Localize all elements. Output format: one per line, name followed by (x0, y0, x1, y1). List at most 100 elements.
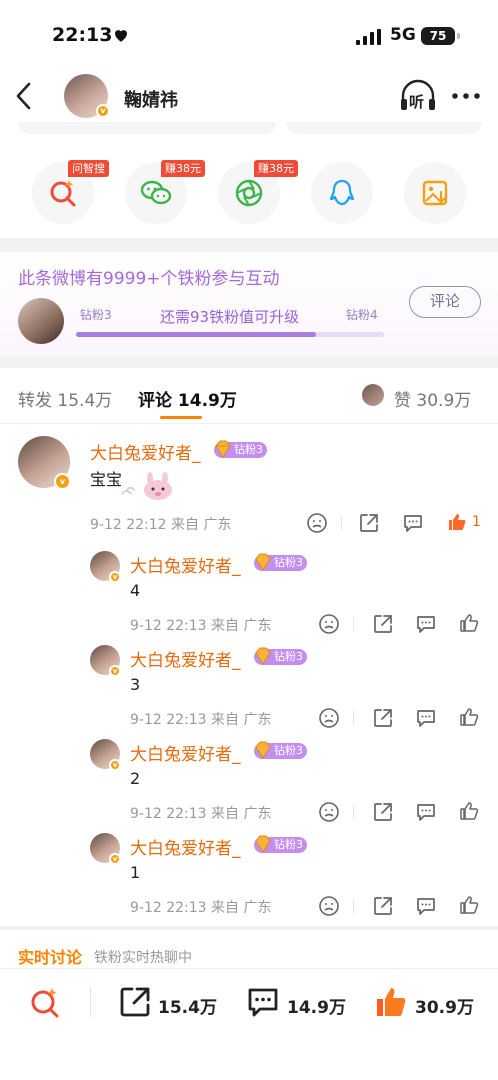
share-qq-button[interactable] (311, 162, 373, 224)
reply-meta: 9-12 22:13 来自 广东 (130, 806, 272, 822)
tab-comments[interactable]: 评论 14.9万 (138, 386, 237, 411)
verified-badge-icon: v (109, 665, 121, 677)
dislike-icon[interactable] (318, 801, 340, 823)
share-ai-search-button[interactable]: 问智搜 (32, 160, 109, 224)
share-row: 问智搜 赚38元 赚38元 (0, 150, 498, 240)
action-divider (353, 711, 354, 725)
like-icon[interactable] (458, 894, 480, 916)
my-avatar (18, 298, 64, 344)
fan-level-badge: 钻粉3 (254, 553, 307, 571)
verified-badge-icon: v (109, 759, 121, 771)
upgrade-progress-text: 还需93铁粉值可升级 (160, 308, 300, 326)
comment-count[interactable]: 14.9万 (287, 993, 346, 1018)
diamond-fan-icon (255, 741, 271, 759)
status-time: 22:13 (52, 24, 113, 46)
like-icon[interactable] (446, 511, 468, 533)
tab-reposts[interactable]: 转发 15.4万 (18, 386, 112, 411)
reply-text: 4 (130, 581, 141, 600)
dislike-icon[interactable] (306, 512, 328, 534)
share-badge: 赚38元 (161, 160, 205, 177)
reply-icon[interactable] (415, 895, 437, 917)
comment-button[interactable]: 评论 (409, 286, 481, 318)
comment-meta: 9-12 22:12 来自 广东 (90, 517, 232, 533)
live-discussion-header[interactable]: 实时讨论 铁粉实时热聊中 (0, 930, 498, 970)
reply-text: 3 (130, 675, 141, 694)
like-icon[interactable] (374, 985, 408, 1019)
more-options-icon[interactable] (450, 84, 482, 108)
commenter-name[interactable]: 大白兔爱好者_ (90, 439, 201, 464)
bottom-action-bar: 15.4万 14.9万 30.9万 (0, 968, 498, 1080)
dislike-icon[interactable] (318, 613, 340, 635)
signal-icon (356, 29, 381, 45)
fans-panel-title: 此条微博有9999+个铁粉参与互动 (18, 269, 280, 289)
ai-search-icon (50, 180, 76, 207)
verified-badge-icon: v (54, 473, 71, 490)
action-divider (341, 516, 342, 530)
share-moments-button[interactable]: 赚38元 (218, 160, 298, 224)
reply-name[interactable]: 大白兔爱好者_ (130, 740, 241, 765)
share-icon[interactable] (372, 707, 394, 729)
like-icon[interactable] (458, 612, 480, 634)
reply-name[interactable]: 大白兔爱好者_ (130, 552, 241, 577)
like-count[interactable]: 30.9万 (415, 993, 474, 1018)
repost-count[interactable]: 15.4万 (158, 993, 217, 1018)
reply-name[interactable]: 大白兔爱好者_ (130, 646, 241, 671)
author-name[interactable]: 鞠婧祎 (124, 86, 178, 112)
reply-icon[interactable] (415, 707, 437, 729)
reply-name[interactable]: 大白兔爱好者_ (130, 834, 241, 859)
repost-icon[interactable] (118, 985, 152, 1019)
fan-level-badge: 钻粉3 (214, 440, 267, 458)
nav-bar: v 鞠婧祎 听 (0, 70, 498, 122)
diamond-fan-icon (215, 440, 231, 458)
share-icon[interactable] (372, 613, 394, 635)
reply-text: 2 (130, 769, 141, 788)
dislike-icon[interactable] (318, 707, 340, 729)
card-stubs (0, 122, 498, 138)
section-divider (0, 356, 498, 368)
diamond-fan-icon (255, 553, 271, 571)
active-tab-indicator (160, 416, 202, 419)
card-stub-left (18, 122, 276, 134)
card-stub-right (286, 122, 482, 134)
verified-badge-icon: v (109, 571, 121, 583)
next-fan-level: 钻粉4 (346, 308, 378, 322)
reply-icon[interactable] (415, 613, 437, 635)
share-badge: 赚38元 (254, 160, 298, 177)
reply-meta: 9-12 22:13 来自 广东 (130, 618, 272, 634)
reply-icon[interactable] (415, 801, 437, 823)
share-icon[interactable] (372, 895, 394, 917)
share-icon[interactable] (358, 512, 380, 534)
interaction-tabs: 转发 15.4万 评论 14.9万 赞 30.9万 (0, 368, 498, 424)
dislike-icon[interactable] (318, 895, 340, 917)
listen-label: 听 (409, 93, 425, 111)
diamond-fan-icon (255, 647, 271, 665)
fans-panel: 此条微博有9999+个铁粉参与互动 钻粉3 还需93铁粉值可升级 钻粉4 评论 (0, 252, 498, 356)
save-image-icon (422, 180, 448, 206)
listen-button[interactable]: 听 (398, 78, 438, 114)
share-wechat-button[interactable]: 赚38元 (125, 160, 205, 224)
action-divider (353, 617, 354, 631)
back-arrow-icon[interactable] (12, 80, 36, 112)
fan-level-badge: 钻粉3 (254, 835, 307, 853)
wechat-icon (140, 180, 172, 205)
battery-indicator: 75 (421, 27, 460, 45)
fan-progress-fill (76, 332, 317, 337)
share-icon[interactable] (372, 801, 394, 823)
reply-meta: 9-12 22:13 来自 广东 (130, 712, 272, 728)
bottom-divider (90, 987, 91, 1017)
fan-level-badge: 钻粉3 (254, 647, 307, 665)
like-icon[interactable] (458, 800, 480, 822)
reply-icon[interactable] (402, 512, 424, 534)
tab-likes[interactable]: 赞 30.9万 (394, 386, 471, 411)
reply-text: 1 (130, 863, 141, 882)
like-icon[interactable] (458, 706, 480, 728)
heart-icon (115, 30, 127, 42)
comment-icon[interactable] (246, 985, 280, 1019)
share-save-image-button[interactable] (404, 162, 466, 224)
fan-level-badge: 钻粉3 (254, 741, 307, 759)
ai-search-icon[interactable] (28, 985, 62, 1019)
status-bar: 22:13 5G 75 (0, 0, 498, 70)
like-count: 1 (472, 514, 481, 530)
moments-icon (235, 179, 263, 207)
network-type: 5G (390, 25, 416, 45)
